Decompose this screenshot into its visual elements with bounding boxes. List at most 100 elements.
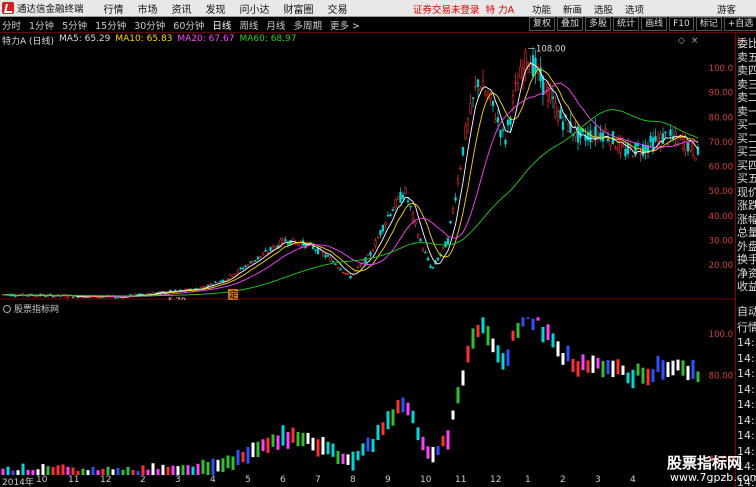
candle	[386, 211, 390, 218]
close-chart-icon[interactable]: ×	[691, 36, 699, 46]
period-tab-5[interactable]: 60分钟	[173, 18, 204, 32]
date-label-14: 12	[490, 475, 502, 485]
indicator-bar	[266, 437, 270, 453]
period-tab-1[interactable]: 1分钟	[29, 18, 54, 32]
candle	[71, 296, 75, 299]
menu-item-function[interactable]: 功能	[532, 2, 551, 16]
candle	[524, 48, 527, 83]
menu-item-discover[interactable]: 发现	[206, 1, 226, 16]
tool-button-7[interactable]: +自选	[723, 17, 756, 31]
indicator-bar	[496, 345, 500, 363]
side-panel-label-14: 总量	[737, 226, 756, 239]
candle	[519, 59, 522, 79]
indicator-bar	[646, 368, 650, 386]
period-tab-8[interactable]: 月线	[266, 18, 285, 32]
date-label-1: 10	[36, 475, 48, 485]
menu-item-news[interactable]: 资讯	[172, 1, 192, 16]
tool-button-0[interactable]: 复权	[529, 17, 556, 31]
candle	[656, 131, 660, 150]
period-tab-2[interactable]: 5分钟	[62, 18, 87, 32]
indicator-bar	[621, 365, 625, 375]
indicator-bar	[581, 354, 585, 371]
menu-bar: 通达信金融终端 行情 市场 资讯 发现 问小达 财富圈 交易 证券交易未登录 特…	[0, 0, 756, 17]
candle	[646, 141, 650, 159]
indicator-bar	[21, 463, 25, 475]
candle	[356, 265, 360, 269]
period-tab-3[interactable]: 15分钟	[95, 18, 126, 32]
tool-button-3[interactable]: 统计	[613, 17, 640, 31]
indicator-chart[interactable]: 100.080.0040.0056.95	[0, 300, 735, 475]
menu-item-trade[interactable]: 交易	[328, 1, 348, 16]
tool-button-5[interactable]: F10	[669, 17, 694, 31]
candle	[694, 156, 697, 161]
indicator-bar	[441, 435, 445, 447]
indicator-bar	[631, 369, 635, 389]
menu-right-items: 功能 新画 选股 选项	[532, 2, 656, 16]
settings-icon[interactable]: ◇	[678, 36, 685, 46]
indicator-bar	[71, 467, 75, 475]
candle	[229, 274, 232, 277]
ma10-line	[2, 68, 699, 298]
candle	[261, 251, 265, 256]
period-tab-7[interactable]: 周线	[239, 18, 258, 32]
candle	[421, 246, 425, 253]
indicator-bar	[41, 464, 45, 475]
date-label-10: 8	[350, 475, 356, 485]
candle	[441, 246, 445, 251]
candle	[641, 140, 645, 159]
period-tab-6[interactable]: 日线	[212, 18, 231, 32]
candle	[366, 253, 370, 256]
candle	[314, 248, 317, 254]
candle	[481, 69, 485, 90]
tool-button-2[interactable]: 多股	[585, 17, 612, 31]
indicator-gear-icon[interactable]	[3, 304, 11, 313]
indicator-bar	[191, 466, 195, 475]
side-panel-label-10: 买五	[737, 172, 756, 185]
candle	[506, 118, 510, 133]
candle	[346, 272, 350, 276]
guest-label[interactable]: 游客	[717, 2, 736, 16]
login-status[interactable]: 证券交易未登录 特 力A	[413, 2, 514, 16]
menu-item-select-stock[interactable]: 选股	[594, 2, 613, 16]
indicator-bar	[506, 349, 510, 366]
high-price-label: 108.00	[536, 44, 566, 54]
menu-item-ask[interactable]: 问小达	[240, 1, 270, 16]
menu-item-market[interactable]: 市场	[138, 1, 158, 16]
menu-item-quotes[interactable]: 行情	[104, 1, 124, 16]
candlestick-chart[interactable]: 100.0 90.00 80.00 70.00 60.00 50.00 40.00 30.00…	[0, 33, 735, 300]
indicator-bar	[676, 359, 680, 371]
indicator-bar	[161, 464, 165, 475]
ma5-line	[2, 62, 699, 298]
candle	[604, 123, 607, 132]
candle	[244, 264, 247, 269]
candle	[579, 128, 582, 146]
indicator-bar	[306, 432, 310, 444]
period-tab-10[interactable]: 更多 >	[330, 18, 360, 32]
tool-button-6[interactable]: 标记	[695, 17, 722, 31]
candle	[214, 280, 217, 284]
menu-item-new-draw[interactable]: 新画	[563, 2, 582, 16]
indicator-bar	[671, 360, 675, 376]
menu-item-wealth[interactable]: 财富圈	[284, 1, 314, 16]
price-tick-6: 40.00	[709, 212, 733, 222]
date-label-13: 11	[455, 475, 467, 485]
app-title: 通达信金融终端	[17, 4, 84, 15]
candle	[66, 295, 70, 299]
menu-item-options[interactable]: 选项	[625, 2, 644, 16]
indicator-bar	[346, 454, 350, 465]
candle	[469, 94, 472, 115]
tool-button-4[interactable]: 画线	[641, 17, 668, 31]
candle	[669, 124, 672, 143]
candle	[21, 292, 25, 297]
indicator-bar	[106, 466, 110, 475]
period-tab-9[interactable]: 多周期	[293, 18, 322, 32]
candle	[334, 263, 337, 266]
period-tab-4[interactable]: 30分钟	[134, 18, 165, 32]
tool-button-1[interactable]: 叠加	[557, 17, 584, 31]
indicator-bar	[221, 458, 225, 473]
period-tab-0[interactable]: 分时	[2, 18, 21, 32]
candle	[654, 128, 657, 143]
indicator-bar	[321, 437, 325, 455]
signal-marker[interactable]: 定	[228, 289, 238, 300]
side-panel-time-3: 14:5	[737, 351, 756, 365]
